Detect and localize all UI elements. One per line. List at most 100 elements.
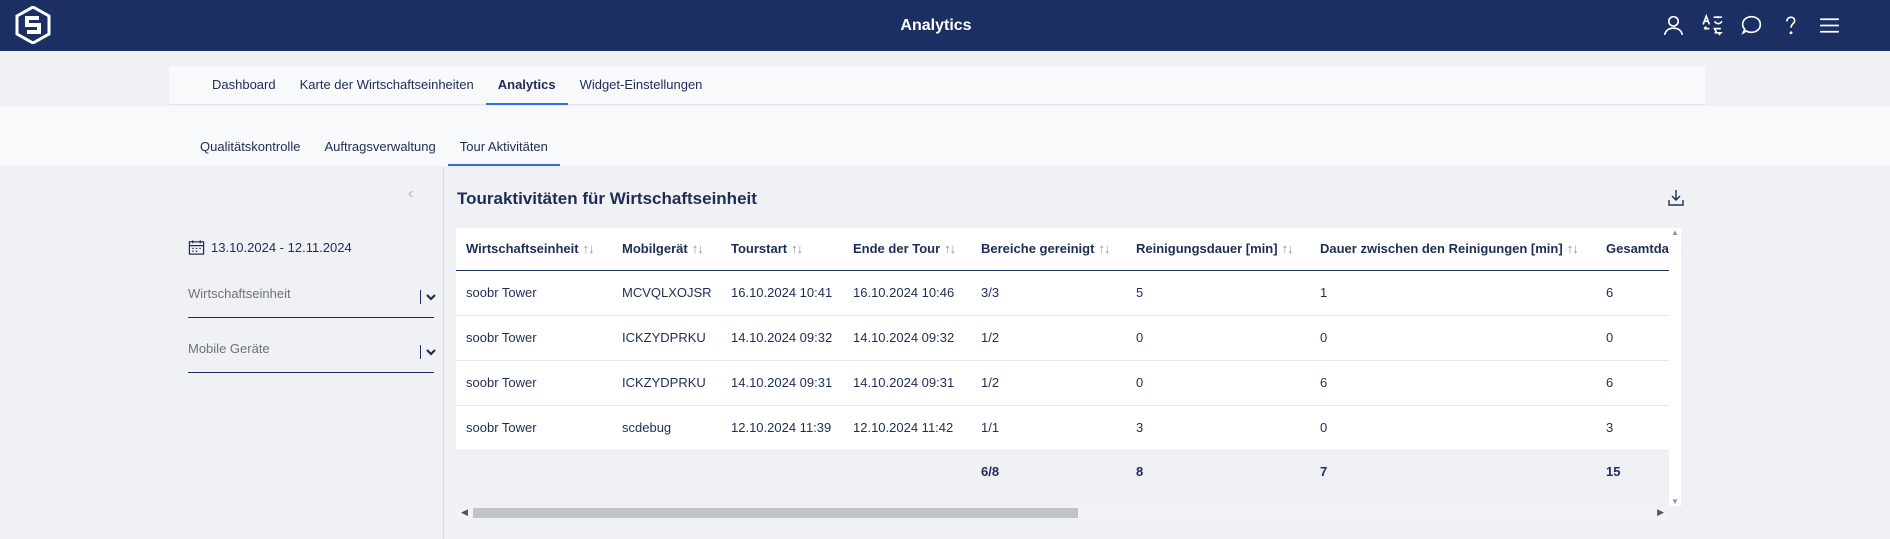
column-header-dauer-zwischen[interactable]: Dauer zwischen den Reinigungen [min] ↑↓ xyxy=(1310,228,1596,271)
summary-cell: 6/8 xyxy=(971,450,1126,493)
column-header-reinigungsdauer[interactable]: Reinigungsdauer [min] ↑↓ xyxy=(1126,228,1310,271)
tab-dashboard[interactable]: Dashboard xyxy=(200,66,288,105)
date-range-picker[interactable]: 13.10.2024 - 12.11.2024 xyxy=(188,239,352,256)
table-cell: ICKZYDPRKU xyxy=(612,315,721,361)
unit-select-placeholder: Wirtschaftseinheit xyxy=(188,286,291,301)
table-cell: 12.10.2024 11:42 xyxy=(843,405,971,451)
summary-cell xyxy=(843,450,971,493)
tab-analytics[interactable]: Analytics xyxy=(485,66,568,105)
table-row[interactable]: soobr Tower scdebug 12.10.2024 11:39 12.… xyxy=(456,405,1669,451)
vertical-scrollbar[interactable]: ▲ ▼ xyxy=(1669,228,1681,506)
table-header-row: Wirtschaftseinheit ↑↓ Mobilgerät ↑↓ Tourst… xyxy=(456,228,1669,271)
table-cell: 1/2 xyxy=(971,360,1126,406)
column-header-ende-der-tour[interactable]: Ende der Tour ↑↓ xyxy=(843,228,971,271)
table-cell: 3 xyxy=(1596,405,1669,451)
tab-auftragsverwaltung[interactable]: Auftragsverwaltung xyxy=(312,130,447,166)
sort-icon[interactable]: ↑↓ xyxy=(1567,241,1579,256)
top-bar: Analytics xyxy=(0,0,1890,51)
scrollbar-thumb[interactable] xyxy=(473,508,1078,518)
table-cell: 1/2 xyxy=(971,315,1126,361)
column-header-mobilgeraet[interactable]: Mobilgerät ↑↓ xyxy=(612,228,721,271)
download-icon[interactable] xyxy=(1666,188,1686,208)
table-cell: 0 xyxy=(1126,315,1310,361)
table-cell: 0 xyxy=(1310,315,1596,361)
summary-cell xyxy=(721,450,843,493)
summary-cell: 15 xyxy=(1596,450,1669,493)
primary-tabs: Dashboard Karte der Wirtschaftseinheiten… xyxy=(200,66,714,105)
chevron-down-icon[interactable] xyxy=(420,290,436,304)
table-row[interactable]: soobr Tower ICKZYDPRKU 14.10.2024 09:32 … xyxy=(456,315,1669,361)
column-header-bereiche-gereinigt[interactable]: Bereiche gereinigt ↑↓ xyxy=(971,228,1126,271)
tab-karte[interactable]: Karte der Wirtschaftseinheiten xyxy=(288,66,486,105)
table-cell: soobr Tower xyxy=(456,405,612,451)
menu-icon[interactable] xyxy=(1817,13,1842,38)
table-cell: soobr Tower xyxy=(456,315,612,361)
table-cell: scdebug xyxy=(612,405,721,451)
table-row[interactable]: soobr Tower MCVQLXOJSR 16.10.2024 10:41 … xyxy=(456,270,1669,316)
horizontal-scrollbar[interactable]: ◀ ▶ xyxy=(456,506,1669,520)
sort-icon[interactable]: ↑↓ xyxy=(692,241,704,256)
sub-tabs: Qualitätskontrolle Auftragsverwaltung To… xyxy=(188,130,560,166)
filter-sidebar: ‹ 13.10.2024 - 12.11.2024 Wirtschaftsein… xyxy=(169,167,444,539)
column-header-tourstart[interactable]: Tourstart ↑↓ xyxy=(721,228,843,271)
sort-icon[interactable]: ↑↓ xyxy=(944,241,956,256)
table-cell: 6 xyxy=(1596,270,1669,316)
calendar-icon xyxy=(188,240,205,255)
chevron-down-icon[interactable] xyxy=(420,345,436,359)
table-cell: soobr Tower xyxy=(456,360,612,406)
table-cell: ICKZYDPRKU xyxy=(612,360,721,406)
panel-title: Touraktivitäten für Wirtschaftseinheit xyxy=(457,189,757,208)
table-cell: 16.10.2024 10:46 xyxy=(843,270,971,316)
top-icon-bar xyxy=(1661,13,1842,38)
sort-icon[interactable]: ↑↓ xyxy=(1282,241,1294,256)
table-cell: MCVQLXOJSR xyxy=(612,270,721,316)
table-cell: 0 xyxy=(1126,360,1310,406)
help-icon[interactable] xyxy=(1778,13,1803,38)
table-cell: 3 xyxy=(1126,405,1310,451)
table-cell: 6 xyxy=(1596,360,1669,406)
table-cell: 14.10.2024 09:31 xyxy=(843,360,971,406)
table-cell: 3/3 xyxy=(971,270,1126,316)
table-cell: 0 xyxy=(1596,315,1669,361)
summary-cell xyxy=(612,450,721,493)
table-cell: soobr Tower xyxy=(456,270,612,316)
scroll-left-icon[interactable]: ◀ xyxy=(461,507,468,518)
table-cell: 14.10.2024 09:32 xyxy=(721,315,843,361)
column-header-wirtschaftseinheit[interactable]: Wirtschaftseinheit ↑↓ xyxy=(456,228,612,271)
table-cell: 12.10.2024 11:39 xyxy=(721,405,843,451)
translate-icon[interactable] xyxy=(1700,13,1725,38)
chat-icon[interactable] xyxy=(1739,13,1764,38)
table-cell: 5 xyxy=(1126,270,1310,316)
sort-icon[interactable]: ↑↓ xyxy=(583,241,595,256)
summary-cell: 8 xyxy=(1126,450,1310,493)
table-cell: 0 xyxy=(1310,405,1596,451)
app-title: Analytics xyxy=(900,17,972,34)
table-cell: 1/1 xyxy=(971,405,1126,451)
column-header-gesamtdauer[interactable]: Gesamtda xyxy=(1596,228,1669,271)
table-cell: 1 xyxy=(1310,270,1596,316)
device-select-placeholder: Mobile Geräte xyxy=(188,341,270,356)
table-cell: 6 xyxy=(1310,360,1596,406)
sort-icon[interactable]: ↑↓ xyxy=(1098,241,1110,256)
tour-table-container: Wirtschaftseinheit ↑↓ Mobilgerät ↑↓ Tourst… xyxy=(456,228,1669,493)
table-cell: 16.10.2024 10:41 xyxy=(721,270,843,316)
summary-cell xyxy=(456,450,612,493)
sort-icon[interactable]: ↑↓ xyxy=(791,241,803,256)
scroll-up-icon[interactable]: ▲ xyxy=(1671,228,1679,237)
tab-tour-aktivitaeten[interactable]: Tour Aktivitäten xyxy=(447,130,560,166)
collapse-sidebar-icon[interactable]: ‹ xyxy=(408,185,413,203)
table-cell: 14.10.2024 09:31 xyxy=(721,360,843,406)
summary-cell: 7 xyxy=(1310,450,1596,493)
user-icon[interactable] xyxy=(1661,13,1686,38)
tab-qualitaetskontrolle[interactable]: Qualitätskontrolle xyxy=(188,130,312,166)
table-cell: 14.10.2024 09:32 xyxy=(843,315,971,361)
unit-select[interactable]: Wirtschaftseinheit xyxy=(188,278,436,318)
tour-table: Wirtschaftseinheit ↑↓ Mobilgerät ↑↓ Tourst… xyxy=(456,228,1669,493)
device-select[interactable]: Mobile Geräte xyxy=(188,333,436,373)
scroll-down-icon[interactable]: ▼ xyxy=(1671,497,1679,506)
date-range-value: 13.10.2024 - 12.11.2024 xyxy=(211,240,352,255)
summary-row: 6/8 8 7 15 xyxy=(456,450,1669,493)
tab-widget-einstellungen[interactable]: Widget-Einstellungen xyxy=(568,66,715,105)
table-row[interactable]: soobr Tower ICKZYDPRKU 14.10.2024 09:31 … xyxy=(456,360,1669,406)
scroll-right-icon[interactable]: ▶ xyxy=(1657,507,1664,518)
